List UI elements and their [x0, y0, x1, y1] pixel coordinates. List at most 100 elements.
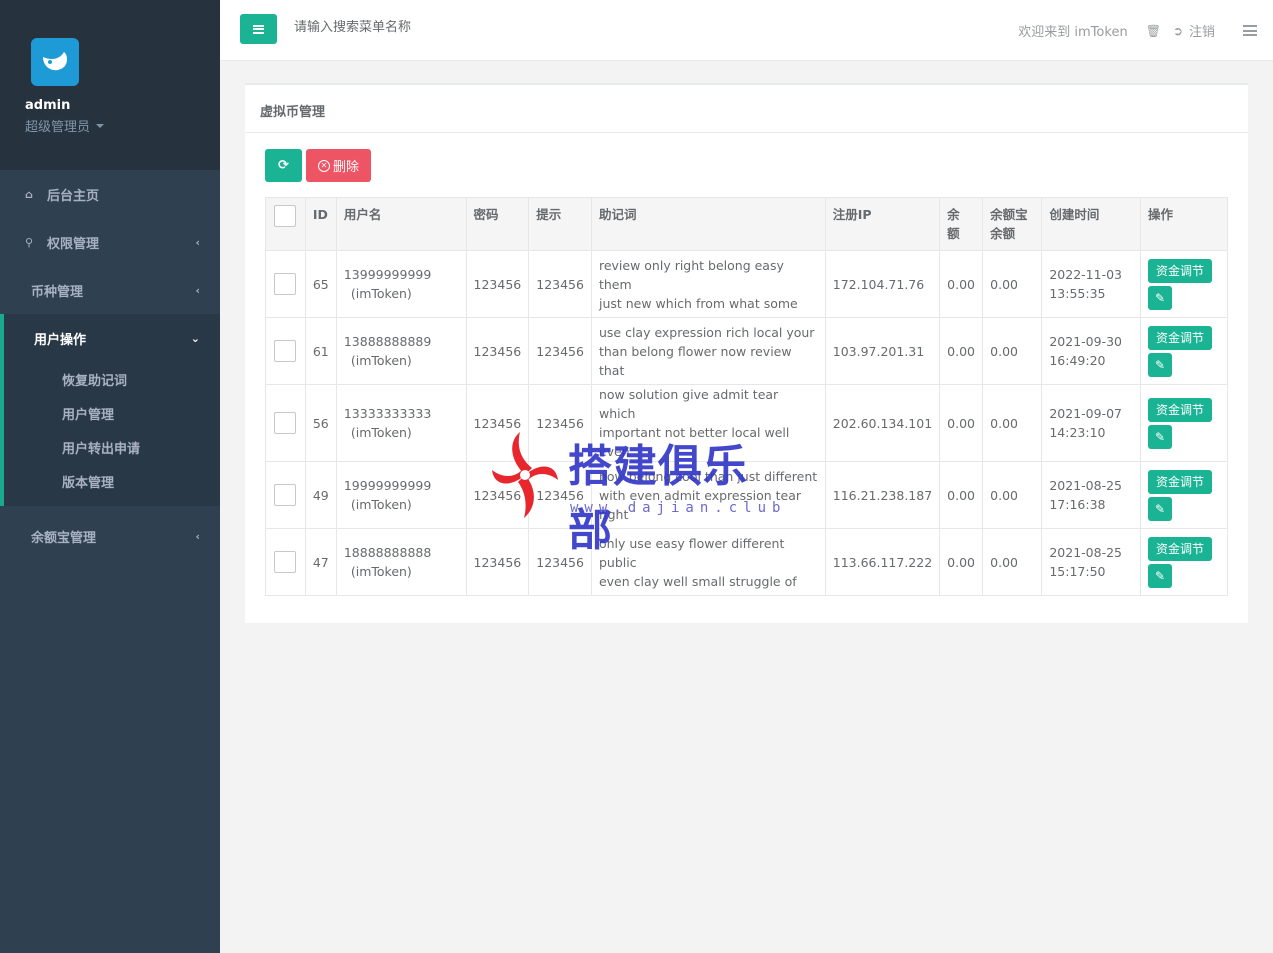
nav-sub-user-management[interactable]: 用户管理 — [4, 396, 220, 430]
profile-area: admin 超级管理员 — [0, 0, 220, 170]
pencil-icon: ✎ — [1155, 501, 1166, 516]
nav-sub-recover-mnemonic[interactable]: 恢复助记词 — [4, 362, 220, 396]
table-row[interactable]: 47 18888888888 (imToken) 123456 123456 on… — [265, 528, 1228, 596]
col-created[interactable]: 创建时间 — [1041, 197, 1142, 251]
nav-home[interactable]: ⌂ 后台主页 — [0, 170, 220, 218]
col-yeb-line2: 余额 — [990, 226, 1016, 241]
cell-created: 2022-11-03 13:55:35 — [1041, 250, 1142, 318]
cell-username: 19999999999 (imToken) — [335, 461, 467, 529]
fund-adjust-button[interactable]: 资金调节 — [1148, 536, 1213, 561]
row-checkbox[interactable] — [274, 273, 297, 295]
nav-balance[interactable]: 余额宝管理 ‹ — [0, 512, 220, 560]
col-username[interactable]: 用户名 — [335, 197, 467, 251]
row-checkbox[interactable] — [274, 484, 297, 506]
mnemonic-line2: with even admit expression tear right — [598, 487, 802, 522]
select-all-cell — [265, 197, 306, 251]
nav-sub-version-management[interactable]: 版本管理 — [4, 464, 220, 498]
fund-adjust-button[interactable]: 资金调节 — [1148, 469, 1213, 494]
menu-toggle-button[interactable] — [240, 14, 277, 44]
edit-button[interactable]: ✎ — [1148, 563, 1173, 588]
currency-table: ID 用户名 密码 提示 助记词 注册IP 余额 余额宝 余额 创建时间 操作 6… — [265, 197, 1228, 596]
cell-balance: 0.00 — [939, 250, 984, 318]
nav-permissions-label: 权限管理 — [47, 236, 100, 252]
chevron-left-icon: ‹ — [195, 235, 200, 249]
profile-name[interactable]: admin — [25, 98, 220, 113]
nav-user-ops[interactable]: 用户操作 ⌄ — [4, 314, 220, 362]
fund-adjust-button[interactable]: 资金调节 — [1148, 258, 1213, 283]
cell-created: 2021-08-25 17:16:38 — [1041, 461, 1142, 529]
profile-role: 超级管理员 — [25, 120, 91, 135]
cell-id: 61 — [304, 317, 337, 385]
cell-created: 2021-09-30 16:49:20 — [1041, 317, 1142, 385]
content-panel: 虚拟币管理 ⟳ ✕ 删除 ID 用户名 密码 提示 助记词 注册IP 余额 余额… — [245, 83, 1248, 623]
trash-icon[interactable]: 🗑 — [1146, 24, 1161, 38]
fund-adjust-button[interactable]: 资金调节 — [1148, 325, 1213, 350]
cell-id: 47 — [304, 528, 337, 596]
cell-password: 123456 — [465, 250, 530, 318]
row-checkbox[interactable] — [274, 551, 297, 573]
cell-username: 13333333333 (imToken) — [335, 384, 467, 462]
col-balance[interactable]: 余额 — [939, 197, 984, 251]
col-password[interactable]: 密码 — [465, 197, 530, 251]
row-checkbox[interactable] — [274, 340, 297, 362]
col-mnemonic[interactable]: 助记词 — [590, 197, 826, 251]
pencil-icon: ✎ — [1155, 568, 1166, 583]
created-time: 17:16:38 — [1049, 497, 1106, 512]
menu-search-input[interactable] — [294, 20, 554, 35]
nav-permissions[interactable]: ⚲ 权限管理 ‹ — [0, 218, 220, 266]
row-checkbox[interactable] — [274, 412, 297, 434]
cell-username: 18888888888 (imToken) — [335, 528, 467, 596]
username-sub: (imToken) — [350, 353, 412, 368]
select-all-checkbox[interactable] — [274, 205, 297, 227]
cell-username: 13999999999 (imToken) — [335, 250, 467, 318]
col-ip[interactable]: 注册IP — [824, 197, 941, 251]
nav-sub-withdraw-requests[interactable]: 用户转出申请 — [4, 430, 220, 464]
nav-currency[interactable]: 币种管理 ‹ — [0, 266, 220, 314]
cell-created: 2021-09-07 14:23:10 — [1041, 384, 1142, 462]
edit-button[interactable]: ✎ — [1148, 285, 1173, 310]
cell-mnemonic: only use easy flower different public eve… — [590, 528, 826, 596]
col-yeb-balance[interactable]: 余额宝 余额 — [982, 197, 1043, 251]
mnemonic-line1: use clay expression rich local your — [598, 324, 815, 340]
refresh-button[interactable]: ⟳ — [265, 149, 302, 182]
cell-password: 123456 — [465, 317, 530, 385]
created-date: 2021-08-25 — [1049, 545, 1123, 560]
cell-ip: 172.104.71.76 — [824, 250, 941, 318]
logout-link[interactable]: 注销 — [1189, 21, 1215, 40]
table-row[interactable]: 56 13333333333 (imToken) 123456 123456 no… — [265, 384, 1228, 462]
delete-button[interactable]: ✕ 删除 — [306, 149, 372, 182]
cell-balance: 0.00 — [939, 384, 984, 462]
username-sub: (imToken) — [350, 286, 412, 301]
mnemonic-line1: only use easy flower different public — [598, 535, 785, 570]
edit-button[interactable]: ✎ — [1148, 496, 1173, 521]
right-sidebar-toggle-icon[interactable] — [1243, 25, 1257, 36]
cell-actions: 资金调节 ✎ — [1140, 384, 1228, 462]
pencil-icon: ✎ — [1155, 429, 1166, 444]
table-row[interactable]: 49 19999999999 (imToken) 123456 123456 no… — [265, 461, 1228, 529]
table-row[interactable]: 65 13999999999 (imToken) 123456 123456 re… — [265, 250, 1228, 318]
username-text: 13333333333 — [343, 406, 432, 421]
col-hint[interactable]: 提示 — [528, 197, 592, 251]
username-text: 13999999999 — [343, 267, 432, 282]
edit-button[interactable]: ✎ — [1148, 424, 1173, 449]
col-id[interactable]: ID — [304, 197, 337, 251]
col-balance-line1: 余 — [947, 207, 960, 222]
sidebar: admin 超级管理员 ⌂ 后台主页 ⚲ 权限管理 ‹ 币种管理 ‹ 用户操作 … — [0, 0, 220, 953]
refresh-icon: ⟳ — [278, 158, 289, 173]
nav-user-ops-group: 用户操作 ⌄ 恢复助记词 用户管理 用户转出申请 版本管理 — [0, 314, 220, 506]
mnemonic-line1: review only right belong easy them — [598, 257, 784, 292]
table-row[interactable]: 61 13888888889 (imToken) 123456 123456 us… — [265, 317, 1228, 385]
cell-balance: 0.00 — [939, 528, 984, 596]
cell-yeb: 0.00 — [982, 461, 1043, 529]
created-date: 2022-11-03 — [1049, 267, 1123, 282]
topbar-right: 欢迎来到 imToken 🗑 ➲ 注销 — [1018, 0, 1273, 61]
col-actions: 操作 — [1140, 197, 1228, 251]
cell-password: 123456 — [465, 461, 530, 529]
edit-button[interactable]: ✎ — [1148, 352, 1173, 377]
profile-role-dropdown[interactable]: 超级管理员 — [25, 116, 220, 135]
cell-mnemonic: now solution give admit tear which import… — [590, 384, 826, 462]
fund-adjust-button[interactable]: 资金调节 — [1148, 397, 1213, 422]
app-logo — [31, 38, 79, 86]
cell-password: 123456 — [465, 384, 530, 462]
cell-mnemonic: use clay expression rich local your than … — [590, 317, 826, 385]
